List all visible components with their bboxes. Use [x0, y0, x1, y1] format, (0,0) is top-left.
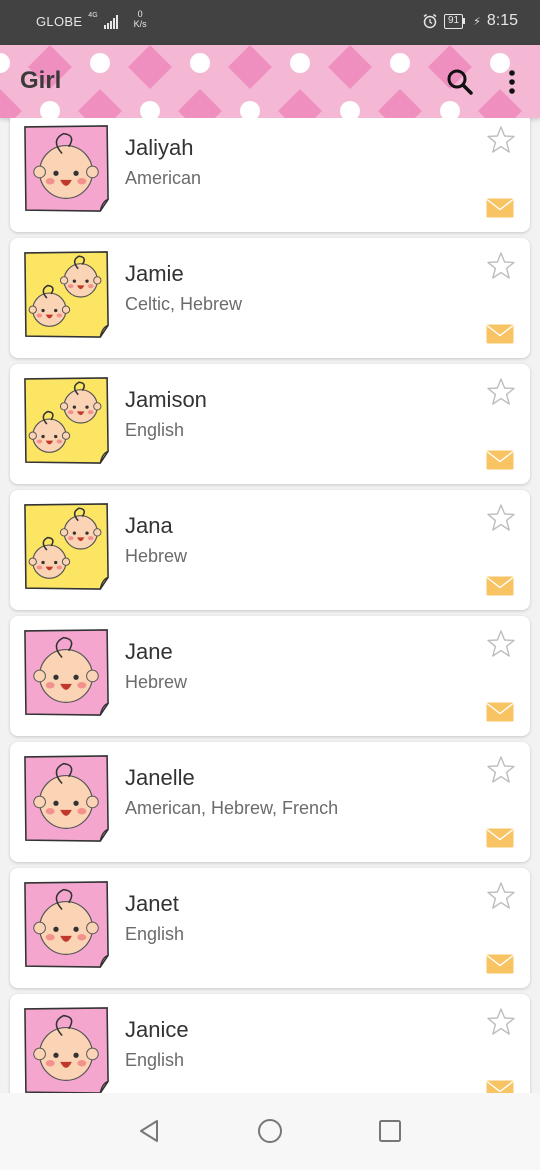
twins-avatar-icon: [22, 500, 112, 596]
signal-icon: [103, 15, 118, 29]
name-list[interactable]: Jaliyah American Jamie Celtic, Hebrew Jamiso…: [0, 118, 540, 1093]
charging-icon: ⚡: [473, 15, 481, 28]
baby-name: Janelle: [125, 765, 195, 790]
name-card-jamison[interactable]: Jamison English: [10, 364, 530, 484]
navigation-bar: [0, 1093, 540, 1170]
name-origin: English: [125, 420, 185, 440]
network-speed: 0 K/s: [134, 9, 147, 29]
girl-avatar-icon: [22, 752, 112, 848]
girl-avatar-icon: [22, 122, 112, 218]
baby-name: Janice: [125, 1017, 189, 1042]
star-icon[interactable]: [486, 377, 516, 407]
more-vert-icon[interactable]: [496, 66, 528, 98]
star-icon[interactable]: [486, 881, 516, 911]
name-card-janet[interactable]: Janet English: [10, 868, 530, 988]
status-bar: GLOBE 4G 0 K/s 91 ⚡ 8:15: [0, 0, 540, 45]
mail-icon[interactable]: [486, 324, 514, 344]
name-origin: American, Hebrew, French: [125, 798, 339, 818]
girl-avatar-icon: [22, 1004, 112, 1093]
star-icon[interactable]: [486, 755, 516, 785]
name-card-jaliyah[interactable]: Jaliyah American: [10, 118, 530, 232]
twins-avatar-icon: [22, 248, 112, 344]
carrier-label: GLOBE: [36, 14, 83, 29]
star-icon[interactable]: [486, 251, 516, 281]
star-icon[interactable]: [486, 503, 516, 533]
recent-square-icon[interactable]: [377, 1118, 403, 1144]
home-circle-icon[interactable]: [256, 1117, 284, 1145]
name-origin: Hebrew: [125, 672, 188, 692]
girl-avatar-icon: [22, 878, 112, 974]
name-origin: Hebrew: [125, 546, 188, 566]
baby-name: Jamison: [125, 387, 207, 412]
app-bar: Girl: [0, 45, 540, 118]
baby-name: Jane: [125, 639, 173, 664]
battery-level: 91: [444, 13, 464, 29]
mail-icon[interactable]: [486, 576, 514, 596]
baby-name: Jaliyah: [125, 135, 194, 160]
battery-icon: 91: [444, 13, 466, 29]
name-card-jamie[interactable]: Jamie Celtic, Hebrew: [10, 238, 530, 358]
name-card-jana[interactable]: Jana Hebrew: [10, 490, 530, 610]
baby-name: Janet: [125, 891, 179, 916]
name-card-jane[interactable]: Jane Hebrew: [10, 616, 530, 736]
name-origin: English: [125, 1050, 185, 1070]
star-icon[interactable]: [486, 629, 516, 659]
name-origin: English: [125, 924, 185, 944]
mail-icon[interactable]: [486, 828, 514, 848]
network-type: 4G: [88, 12, 98, 19]
mail-icon[interactable]: [486, 450, 514, 470]
name-card-janice[interactable]: Janice English: [10, 994, 530, 1093]
star-icon[interactable]: [486, 125, 516, 155]
clock: 8:15: [486, 12, 518, 29]
network-speed-unit: K/s: [133, 19, 147, 29]
alarm-icon: [423, 13, 437, 29]
page-title: Girl: [20, 67, 62, 94]
network-speed-value: 0: [137, 9, 143, 19]
mail-icon[interactable]: [486, 702, 514, 722]
mail-icon[interactable]: [486, 954, 514, 974]
status-right: 91 ⚡ 8:15: [422, 12, 518, 30]
back-triangle-icon[interactable]: [136, 1117, 164, 1145]
search-icon[interactable]: [444, 66, 476, 98]
star-icon[interactable]: [486, 1007, 516, 1037]
name-origin: American: [125, 168, 202, 188]
name-card-janelle[interactable]: Janelle American, Hebrew, French: [10, 742, 530, 862]
status-left: GLOBE 4G 0 K/s: [36, 9, 147, 29]
mail-icon[interactable]: [486, 198, 514, 218]
girl-avatar-icon: [22, 626, 112, 722]
name-origin: Celtic, Hebrew: [125, 294, 243, 314]
baby-name: Jamie: [125, 261, 184, 286]
screen: GLOBE 4G 0 K/s 91 ⚡ 8:15 Girl Jaliyah Am…: [0, 0, 540, 1170]
twins-avatar-icon: [22, 374, 112, 470]
mail-icon[interactable]: [486, 1080, 514, 1093]
baby-name: Jana: [125, 513, 173, 538]
